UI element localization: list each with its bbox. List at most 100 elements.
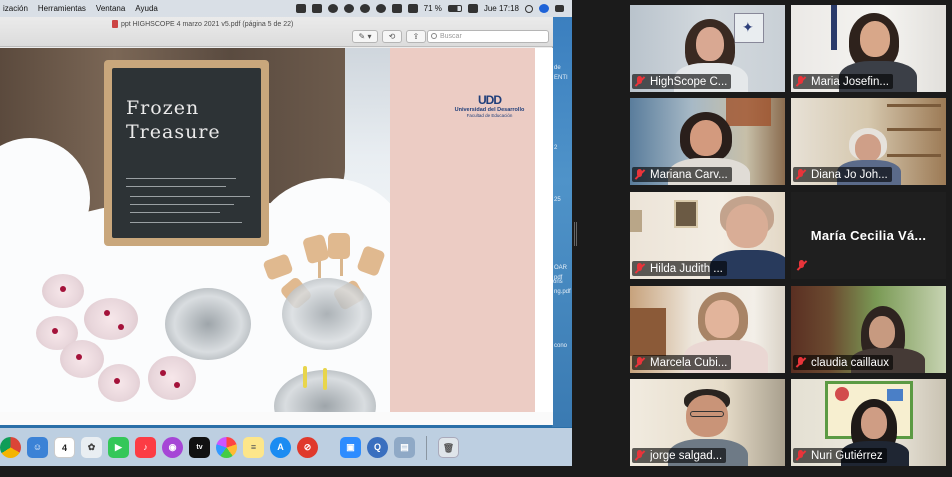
participant-tile[interactable]: Hilda Judith ... xyxy=(630,192,785,279)
participant-name: claudia caillaux xyxy=(811,356,889,369)
flag-icon[interactable] xyxy=(467,4,478,13)
participant-tile[interactable]: ✦ HighScope C... xyxy=(630,5,785,92)
zoom-meeting-window: ización Herramientas Ventana Ayuda 71 % … xyxy=(0,0,952,477)
udd-logo-mark: UDD xyxy=(478,93,502,107)
time-machine-icon[interactable] xyxy=(343,4,354,13)
desktop-file-label[interactable]: cono xyxy=(554,343,567,349)
participant-tile[interactable]: jorge salgad... xyxy=(630,379,785,466)
toolbar: ✎ ▾ ⟲ ⇪ xyxy=(352,30,426,43)
participant-face xyxy=(860,21,890,57)
chalk-writing xyxy=(126,186,226,187)
chalk-writing xyxy=(130,212,220,213)
document-title-text: ppt HIGHSCOPE 4 marzo 2021 v5.pdf (págin… xyxy=(121,20,294,28)
participant-name-tag: jorge salgad... xyxy=(632,448,727,463)
preview-icon[interactable]: ▤ xyxy=(394,437,415,458)
cancel-icon[interactable]: ⊘ xyxy=(297,437,318,458)
menu-item-herramientas[interactable]: Herramientas xyxy=(38,4,86,13)
desktop-file-label[interactable]: OAR xyxy=(554,265,567,271)
menu-bar-clock[interactable]: Jue 17:18 xyxy=(484,4,519,13)
siri-icon[interactable] xyxy=(539,4,549,13)
photos-app-icon[interactable] xyxy=(216,437,237,458)
photos-icon[interactable]: ✿ xyxy=(81,437,102,458)
participant-name-tag: claudia caillaux xyxy=(793,355,893,370)
menu-item-ayuda[interactable]: Ayuda xyxy=(135,4,158,13)
trash-icon[interactable]: 🗑 xyxy=(438,437,459,458)
muted-mic-icon xyxy=(634,450,646,461)
battery-icon[interactable] xyxy=(447,5,462,12)
search-input[interactable]: Buscar xyxy=(427,30,549,43)
participant-face xyxy=(696,27,724,61)
participant-name-tag: Hilda Judith ... xyxy=(632,261,727,276)
muted-mic-icon xyxy=(634,76,646,87)
dropbox-icon[interactable] xyxy=(295,4,306,13)
poster-decoration xyxy=(887,389,903,401)
shelf xyxy=(887,128,941,131)
metal-bucket xyxy=(165,288,251,360)
muted-mic-icon xyxy=(634,169,646,180)
menu-item-ventana[interactable]: Ventana xyxy=(96,4,125,13)
spotlight-icon[interactable] xyxy=(525,4,533,13)
desktop-file-label[interactable]: ENTI xyxy=(554,75,568,81)
menu-item-app[interactable]: ización xyxy=(3,4,28,13)
calendar-icon[interactable]: 4 xyxy=(54,437,75,458)
screen-share-icon[interactable] xyxy=(327,4,338,13)
share-button[interactable]: ⇪ xyxy=(406,30,426,43)
participant-tile[interactable]: claudia caillaux xyxy=(791,286,946,373)
shelf xyxy=(887,154,941,157)
participant-face xyxy=(861,407,887,439)
participant-tile-no-video[interactable]: María Cecilia Vá... xyxy=(791,192,946,279)
bluetooth-icon[interactable] xyxy=(375,4,386,13)
desktop-file-label[interactable]: 2 xyxy=(554,145,557,151)
quicktime-icon[interactable]: Q xyxy=(367,437,388,458)
split-divider xyxy=(572,0,628,477)
page-margin xyxy=(535,48,553,425)
participant-face xyxy=(869,316,895,348)
wooden-door xyxy=(630,308,666,356)
ice-treasure xyxy=(148,356,196,400)
tv-icon[interactable]: tv xyxy=(189,437,210,458)
zoom-icon[interactable]: ▣ xyxy=(340,437,361,458)
podcasts-icon[interactable]: ◉ xyxy=(162,437,183,458)
volume-icon[interactable] xyxy=(407,4,418,13)
desktop-file-label[interactable]: 25 xyxy=(554,197,561,203)
participant-tile[interactable]: Mariana Carv... xyxy=(630,98,785,185)
participant-tile[interactable]: Maria Josefin... xyxy=(791,5,946,92)
rotate-button[interactable]: ⟲ xyxy=(382,30,402,43)
participant-face xyxy=(726,204,768,248)
participant-name-large: María Cecilia Vá... xyxy=(810,228,927,243)
participant-name: Marcela Cubi... xyxy=(650,356,728,369)
battery-percent[interactable]: 71 % xyxy=(424,4,442,13)
pdf-page-area[interactable]: Frozen Treasure UDD Universidad del Desa… xyxy=(0,48,553,425)
desktop-file-label[interactable]: ons xyxy=(553,279,563,285)
participant-name: jorge salgad... xyxy=(650,449,723,462)
chalk-writing xyxy=(130,204,234,205)
markup-pen-button[interactable]: ✎ ▾ xyxy=(352,30,378,43)
butterfly-icon: ✦ xyxy=(742,19,754,35)
udd-logo-faculty: Facultad de Educación xyxy=(466,113,513,118)
facetime-icon[interactable]: ▶ xyxy=(108,437,129,458)
participant-tile[interactable]: Marcela Cubi... xyxy=(630,286,785,373)
notification-center-icon[interactable] xyxy=(555,5,564,12)
search-placeholder: Buscar xyxy=(440,33,462,40)
search-icon xyxy=(431,33,437,39)
wifi-icon[interactable] xyxy=(391,4,402,13)
participant-tile[interactable]: Nuri Gutiérrez xyxy=(791,379,946,466)
desktop-file-label[interactable]: de xyxy=(554,65,561,71)
participant-name-tag: Marcela Cubi... xyxy=(632,355,732,370)
participant-tile[interactable]: Diana Jo Joh... xyxy=(791,98,946,185)
finder-icon[interactable]: ☺ xyxy=(27,437,48,458)
window-titlebar[interactable]: ppt HIGHSCOPE 4 marzo 2021 v5.pdf (págin… xyxy=(0,17,553,47)
page-gap xyxy=(0,412,553,425)
app-store-icon[interactable]: A xyxy=(270,437,291,458)
chrome-icon[interactable] xyxy=(0,437,21,458)
red-berry xyxy=(160,370,166,376)
zoom-tray-icon[interactable] xyxy=(311,4,322,13)
desktop-file-label[interactable]: ng.pdf xyxy=(554,289,571,295)
participant-name-tag: HighScope C... xyxy=(632,74,732,89)
music-icon[interactable]: ♪ xyxy=(135,437,156,458)
notes-icon[interactable]: ≡ xyxy=(243,437,264,458)
clock-icon[interactable] xyxy=(359,4,370,13)
metal-bucket xyxy=(282,278,372,350)
resize-grip[interactable] xyxy=(574,222,577,246)
participant-name: Hilda Judith ... xyxy=(650,262,723,275)
